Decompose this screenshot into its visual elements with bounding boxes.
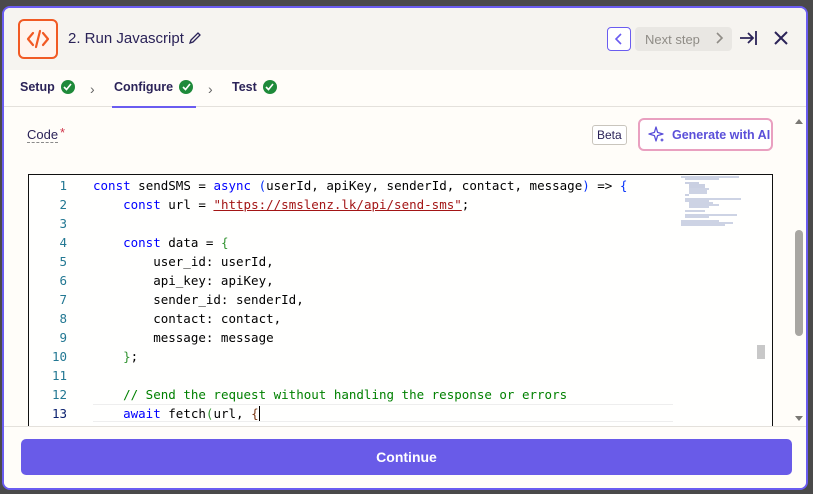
line-number: 1 — [59, 178, 67, 193]
tab-configure[interactable]: Configure — [111, 80, 197, 108]
tab-label: Configure — [114, 80, 174, 94]
code-line: message: message — [93, 330, 274, 345]
tab-label: Test — [232, 80, 257, 94]
next-step-label: Next step — [645, 31, 700, 47]
code-editor[interactable]: 1 2 3 4 5 6 7 8 9 10 11 12 13 const send… — [28, 174, 773, 434]
code-line: }; — [123, 349, 139, 364]
check-circle-icon — [179, 80, 194, 94]
code-field-label: Code — [27, 127, 59, 143]
panel-scrollbar-thumb[interactable] — [795, 230, 803, 336]
close-icon[interactable] — [773, 30, 789, 51]
code-app-icon — [18, 19, 58, 59]
chevron-left-icon — [614, 33, 622, 45]
line-number: 12 — [51, 387, 67, 402]
line-number: 8 — [59, 311, 67, 326]
code-minimap[interactable] — [679, 175, 749, 235]
editor-scrollbar-thumb[interactable] — [757, 345, 765, 359]
code-line: const url = "https://smslenz.lk/api/send… — [123, 197, 470, 212]
ai-button-label: Generate with AI — [672, 127, 771, 142]
continue-button[interactable]: Continue — [21, 439, 792, 475]
generate-with-ai-button[interactable]: Generate with AI — [638, 118, 773, 151]
previous-step-button[interactable] — [607, 27, 631, 51]
tab-setup[interactable]: Setup — [20, 80, 75, 94]
line-number: 10 — [51, 349, 67, 364]
run-javascript-panel: 2. Run Javascript Next step Setup › Conf… — [2, 6, 808, 490]
step-title: 2. Run Javascript — [68, 30, 184, 47]
code-line: await fetch(url, { — [123, 406, 260, 421]
required-mark: * — [60, 125, 66, 140]
panel-header: 2. Run Javascript Next step — [4, 8, 806, 70]
code-line: const data = { — [123, 235, 229, 250]
chevron-right-icon — [716, 32, 724, 44]
chevron-right-icon: › — [90, 81, 95, 97]
step-tabs: Setup › Configure › Test — [4, 70, 806, 108]
pencil-icon[interactable] — [188, 31, 202, 50]
check-circle-icon — [262, 80, 277, 94]
line-number: 13 — [51, 406, 67, 421]
beta-badge: Beta — [592, 125, 627, 145]
next-step-button[interactable]: Next step — [635, 27, 732, 51]
line-number: 5 — [59, 254, 67, 269]
line-number: 6 — [59, 273, 67, 288]
expand-panel-icon[interactable] — [738, 29, 758, 52]
line-number: 2 — [59, 197, 67, 212]
tab-label: Setup — [20, 80, 55, 94]
code-line: user_id: userId, — [93, 254, 274, 269]
line-number-gutter: 1 2 3 4 5 6 7 8 9 10 11 12 13 — [29, 175, 75, 433]
chevron-right-icon: › — [208, 81, 213, 97]
panel-footer: Continue — [4, 426, 806, 488]
line-number: 7 — [59, 292, 67, 307]
code-line: // Send the request without handling the… — [123, 387, 568, 402]
code-line: contact: contact, — [93, 311, 282, 326]
tab-test[interactable]: Test — [232, 80, 277, 94]
line-number: 9 — [59, 330, 67, 345]
line-number: 3 — [59, 216, 67, 231]
scroll-up-icon[interactable] — [794, 112, 804, 130]
line-number: 11 — [51, 368, 67, 383]
check-circle-icon — [60, 80, 75, 94]
code-line: const sendSMS = async (userId, apiKey, s… — [93, 178, 628, 193]
sparkle-icon — [648, 125, 664, 142]
code-line: sender_id: senderId, — [93, 292, 304, 307]
continue-label: Continue — [376, 449, 437, 465]
code-line: api_key: apiKey, — [93, 273, 274, 288]
line-number: 4 — [59, 235, 67, 250]
